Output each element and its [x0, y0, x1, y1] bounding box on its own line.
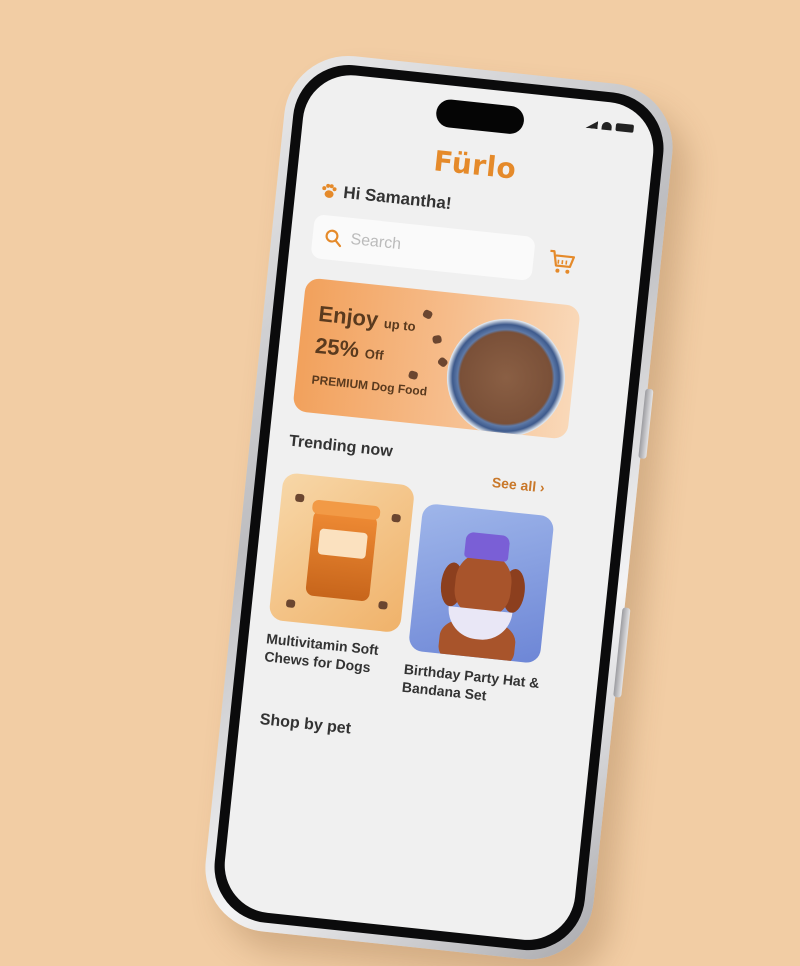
power-button	[638, 389, 653, 459]
phone-bezel: Fürlo Hi Samantha! Search	[209, 60, 669, 956]
chew-decoration	[295, 494, 305, 503]
product-card-multivitamin[interactable]	[268, 472, 415, 633]
chew-decoration	[391, 514, 401, 523]
trending-title: Trending now	[288, 433, 393, 462]
jar-label	[317, 528, 367, 559]
greeting-text: Hi Samantha!	[342, 183, 452, 214]
side-button	[613, 607, 630, 697]
banner-off: Off	[364, 346, 384, 363]
dog-food-bowl-image	[441, 313, 571, 440]
shop-by-pet-title: Shop by pet	[259, 711, 352, 738]
search-input[interactable]: Search	[310, 214, 535, 281]
wifi-icon	[601, 122, 612, 131]
banner-up-to: up to	[383, 316, 416, 334]
see-all-link[interactable]: See all ›	[491, 474, 545, 495]
banner-percent: 25%	[314, 333, 360, 362]
greeting: Hi Samantha!	[318, 180, 452, 214]
product-title-multivitamin: Multivitamin Soft Chews for Dogs	[264, 629, 380, 677]
banner-headline: Enjoy up to	[317, 301, 417, 337]
search-placeholder: Search	[350, 231, 402, 254]
chew-decoration	[378, 601, 388, 610]
jar-lid	[312, 499, 381, 520]
signal-icon	[586, 120, 599, 129]
product-title-party-hat: Birthday Party Hat & Bandana Set	[401, 660, 540, 710]
multivitamin-jar-image	[305, 510, 378, 602]
search-icon	[324, 228, 344, 248]
dynamic-island	[435, 98, 525, 135]
product-card-party-hat[interactable]	[408, 503, 555, 664]
kibble-decoration	[408, 370, 419, 380]
app-screen: Fürlo Hi Samantha! Search	[220, 70, 658, 944]
phone-frame: Fürlo Hi Samantha! Search	[199, 50, 679, 966]
paw-icon	[319, 181, 339, 201]
chew-decoration	[286, 599, 296, 608]
kibble-decoration	[432, 335, 442, 344]
party-hat-image	[464, 532, 510, 562]
banner-enjoy: Enjoy	[317, 301, 379, 332]
kibble-decoration	[422, 309, 434, 320]
banner-discount: 25% Off	[314, 333, 385, 366]
status-bar	[586, 120, 635, 133]
battery-icon	[615, 123, 634, 133]
cart-icon[interactable]	[546, 247, 577, 278]
promo-banner[interactable]: Enjoy up to 25% Off PREMIUM Dog Food	[292, 277, 580, 439]
